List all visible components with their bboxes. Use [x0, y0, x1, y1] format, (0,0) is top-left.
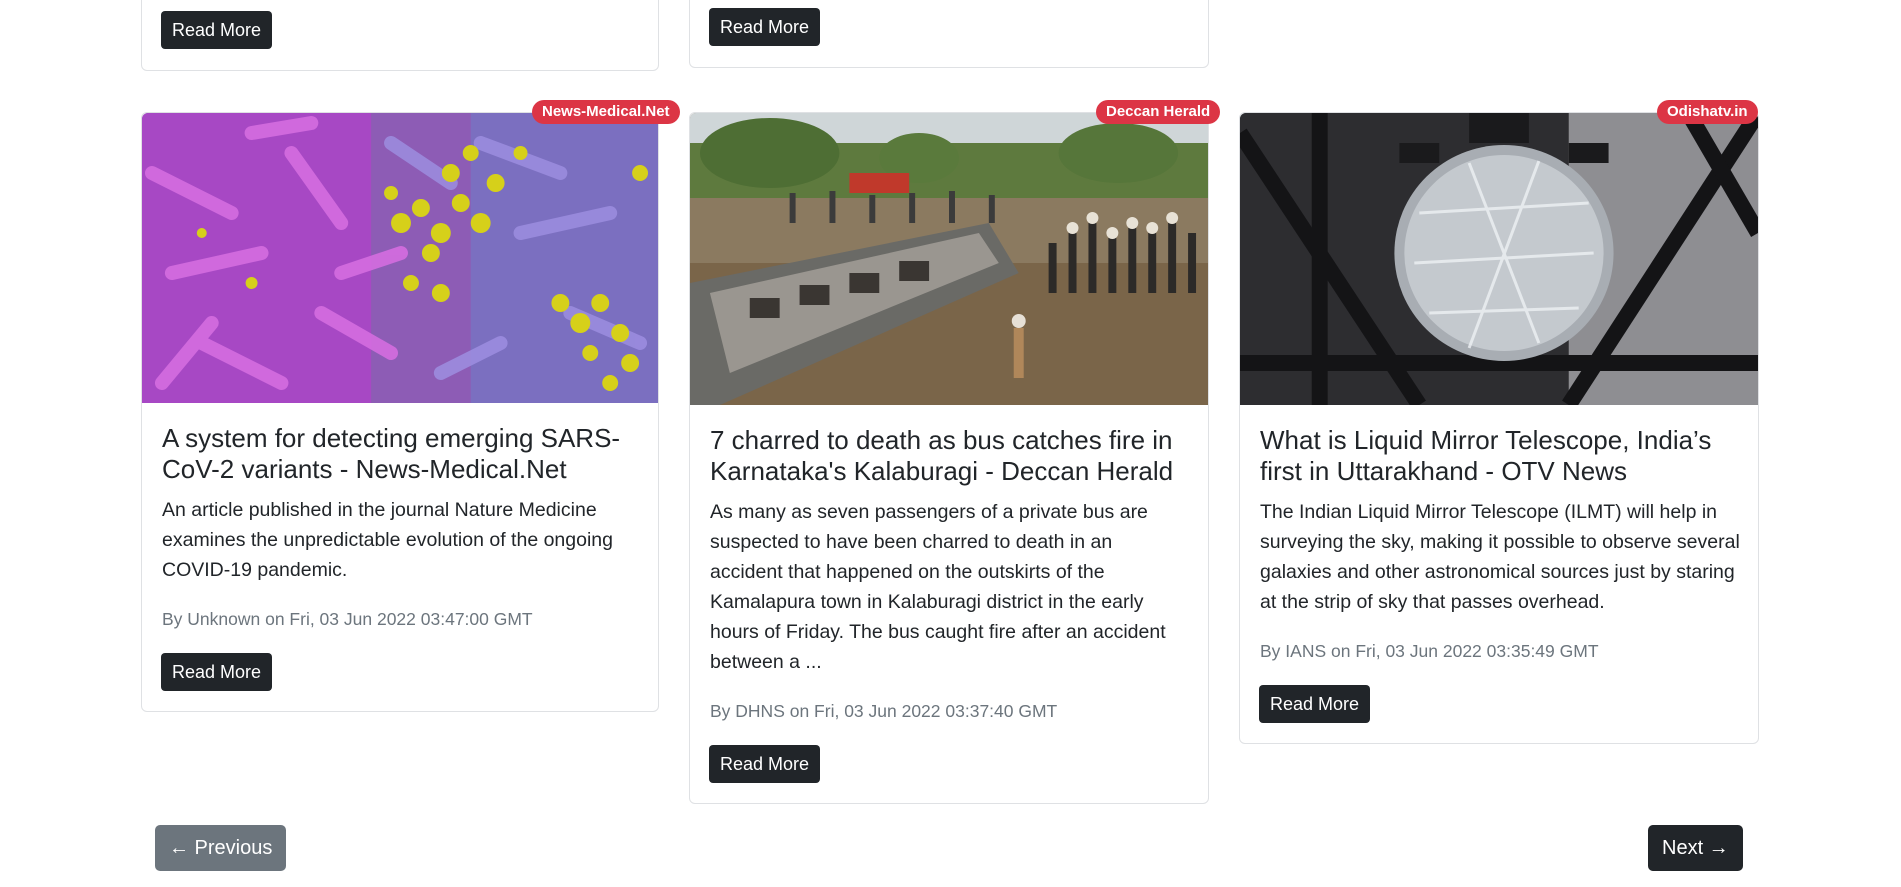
article-meta: By IANS on Fri, 03 Jun 2022 03:35:49 GMT [1260, 641, 1599, 661]
article-image[interactable] [1240, 113, 1758, 405]
article-image[interactable] [142, 113, 658, 403]
news-card: What is Liquid Mirror Telescope, India’s… [1239, 112, 1759, 744]
read-more-button[interactable]: Read More [709, 8, 821, 46]
article-description: The Indian Liquid Mirror Telescope (ILMT… [1260, 501, 1740, 613]
article-description: As many as seven passengers of a private… [710, 501, 1166, 673]
top-card-2: Read More [689, 0, 1209, 68]
article-title[interactable]: A system for detecting emerging SARS-CoV… [162, 423, 640, 485]
article-meta: By DHNS on Fri, 03 Jun 2022 03:37:40 GMT [710, 701, 1058, 721]
top-card-1: Read More [141, 0, 659, 71]
source-badge: Odishatv.in [1657, 100, 1758, 124]
article-image[interactable] [690, 113, 1208, 405]
article-description: An article published in the journal Natu… [162, 499, 613, 581]
next-button[interactable]: Next → [1648, 825, 1743, 871]
article-title[interactable]: 7 charred to death as bus catches fire i… [710, 425, 1190, 487]
source-badge: Deccan Herald [1096, 100, 1221, 124]
read-more-button[interactable]: Read More [1259, 685, 1371, 723]
read-more-button[interactable]: Read More [709, 745, 821, 783]
read-more-button[interactable]: Read More [161, 11, 273, 49]
article-meta: By Unknown on Fri, 03 Jun 2022 03:47:00 … [162, 609, 533, 629]
news-card: A system for detecting emerging SARS-CoV… [141, 112, 659, 712]
previous-button[interactable]: ← Previous [155, 825, 287, 871]
news-page: Read More Read More News-Medical.Net Dec… [0, 0, 1901, 887]
article-title[interactable]: What is Liquid Mirror Telescope, India’s… [1260, 425, 1740, 487]
news-card: 7 charred to death as bus catches fire i… [689, 112, 1209, 804]
source-badge: News-Medical.Net [532, 100, 680, 124]
read-more-button[interactable]: Read More [161, 653, 273, 691]
